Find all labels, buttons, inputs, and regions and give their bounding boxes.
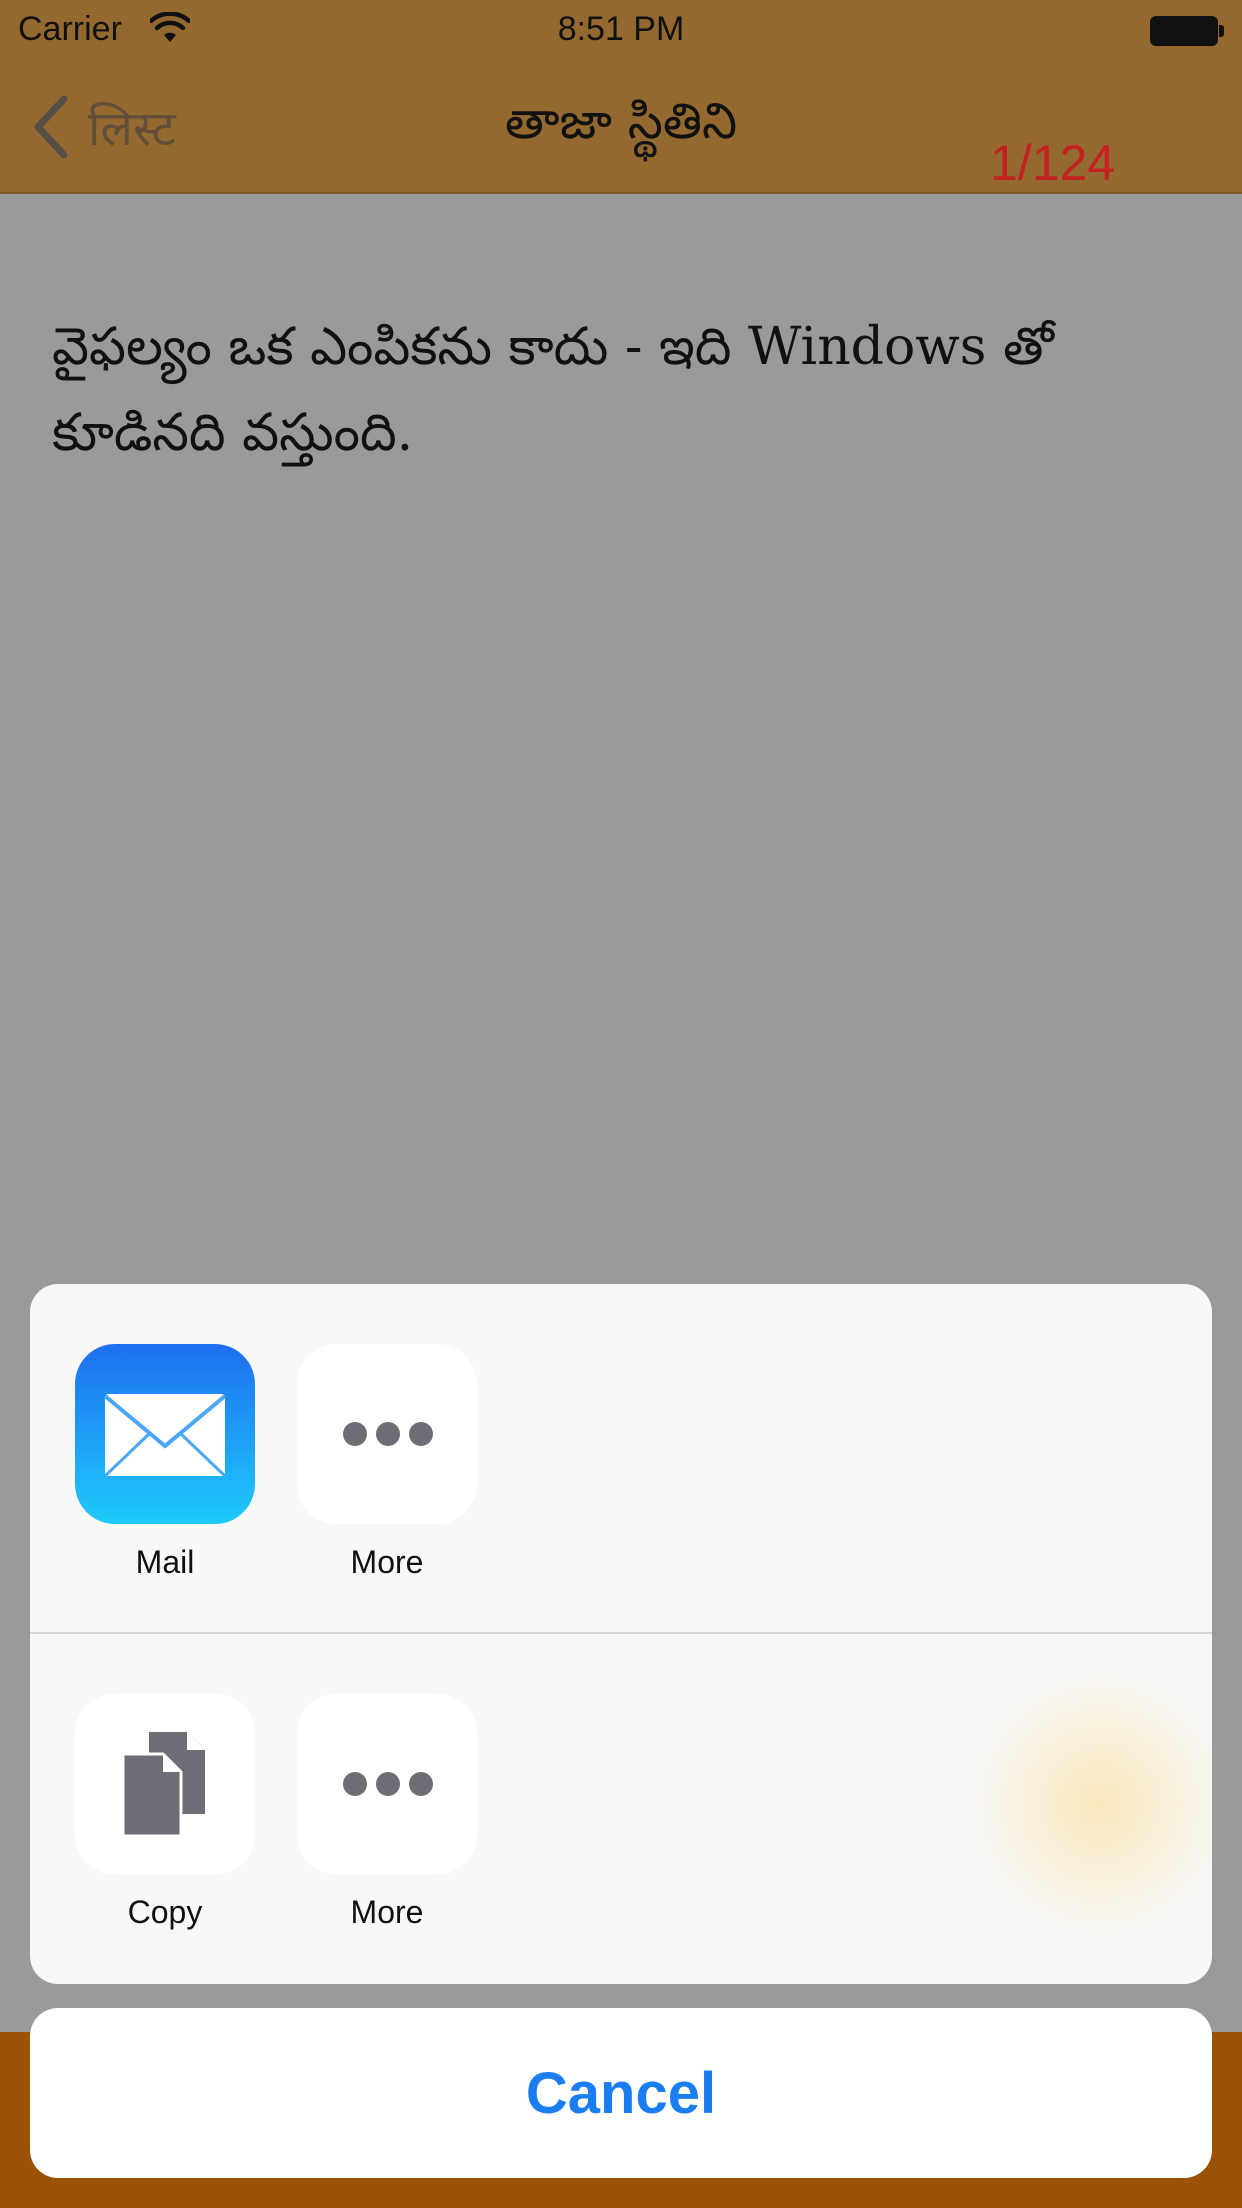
mail-app-tile[interactable] [75, 1344, 255, 1524]
more-icon [343, 1422, 433, 1446]
quote-text: వైఫల్యం ఒక ఎంపికను కాదు - ఇది Windows తో… [52, 317, 1054, 463]
share-mail-button[interactable]: Mail [75, 1344, 255, 1580]
share-more-actions-button[interactable]: More [297, 1694, 477, 1930]
share-copy-button[interactable]: Copy [75, 1694, 255, 1930]
quote-counter: 1/124 [990, 135, 1116, 191]
share-mail-label: Mail [135, 1544, 195, 1580]
more-actions-tile[interactable] [297, 1694, 477, 1874]
share-apps-row: Mail More [30, 1284, 1212, 1634]
battery-icon [1150, 16, 1218, 46]
status-time: 8:51 PM [557, 10, 685, 48]
mail-icon [103, 1394, 227, 1478]
share-sheet: Mail More Copy More [30, 1284, 1212, 1984]
copy-action-tile[interactable] [75, 1694, 255, 1874]
cancel-button[interactable]: Cancel [30, 2008, 1212, 2178]
share-more-actions-label: More [350, 1894, 424, 1930]
battery-tip [1219, 25, 1224, 37]
share-more-apps-label: More [350, 1544, 424, 1580]
more-apps-tile[interactable] [297, 1344, 477, 1524]
share-copy-label: Copy [127, 1894, 203, 1930]
more-icon [343, 1772, 433, 1796]
share-more-apps-button[interactable]: More [297, 1344, 477, 1580]
copy-icon [121, 1732, 205, 1838]
share-actions-row: Copy More [30, 1634, 1212, 1984]
status-bar: Carrier 8:51 PM [0, 0, 1242, 62]
navigation-bar: लिस्ट తాజా స్థితిని 1/124 [0, 62, 1242, 194]
